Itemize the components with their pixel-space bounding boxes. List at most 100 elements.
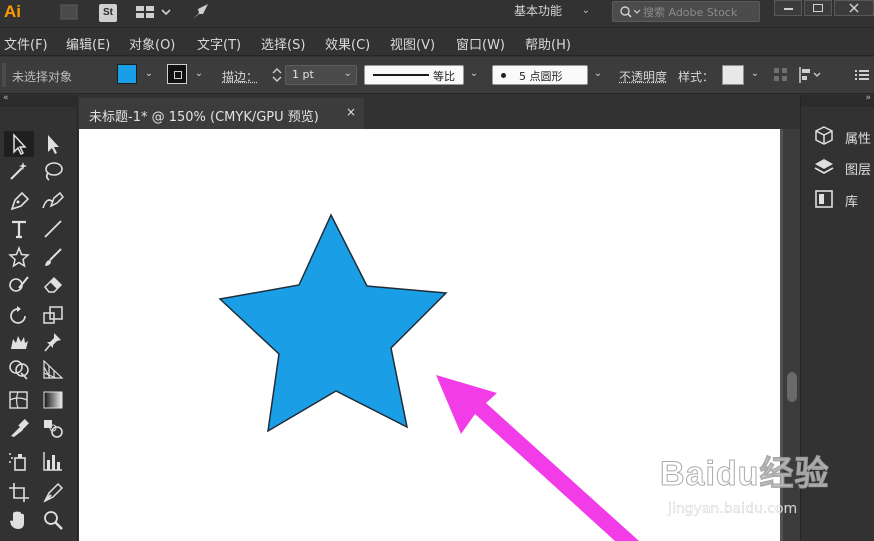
bridge-icon[interactable] — [59, 3, 79, 21]
watermark-logo: Baidu经验 — [659, 455, 830, 494]
close-icon — [849, 3, 859, 13]
align-icon[interactable] — [798, 66, 824, 84]
lasso-icon — [45, 162, 63, 181]
properties-panel-button[interactable]: 属性 — [809, 123, 874, 149]
search-placeholder: 搜索 Adobe Stock — [643, 6, 738, 19]
scrollbar-thumb[interactable] — [787, 372, 797, 402]
right-panel-grip[interactable]: » — [801, 93, 874, 107]
fill-color-swatch[interactable] — [117, 64, 137, 84]
gpu-performance-icon[interactable] — [190, 3, 212, 21]
close-window-button[interactable] — [834, 0, 874, 16]
libraries-panel-button[interactable]: 库 — [809, 186, 874, 212]
scale-icon — [43, 306, 63, 324]
opacity-label[interactable]: 不透明度 — [619, 68, 667, 85]
stroke-profile-line — [373, 74, 429, 76]
maximize-icon — [813, 4, 823, 12]
arrange-documents-icon[interactable] — [134, 3, 174, 21]
pin-icon — [44, 333, 61, 352]
puppet-warp-icon — [11, 336, 28, 349]
pen-tool[interactable] — [4, 188, 34, 214]
blend-tool[interactable] — [38, 415, 68, 441]
hand-tool[interactable] — [4, 507, 34, 533]
curvature-tool[interactable] — [38, 188, 68, 214]
slice-tool[interactable] — [38, 479, 68, 505]
menu-effect[interactable]: 效果(C) — [325, 34, 370, 53]
fill-dropdown-chevron-icon[interactable]: ⌄ — [142, 67, 156, 81]
mesh-tool[interactable] — [4, 387, 34, 413]
menu-view[interactable]: 视图(V) — [390, 34, 435, 53]
pink-arrow-annotation — [436, 375, 639, 541]
menu-edit[interactable]: 编辑(E) — [66, 34, 110, 53]
stroke-weight-stepper-icon[interactable] — [270, 65, 284, 85]
menu-window[interactable]: 窗口(W) — [456, 34, 505, 53]
menu-help[interactable]: 帮助(H) — [525, 34, 571, 53]
style-dropdown-chevron-icon[interactable]: ⌄ — [748, 67, 762, 81]
pin-tool[interactable] — [38, 329, 68, 355]
menu-object[interactable]: 对象(O) — [129, 34, 175, 53]
rotate-tool[interactable] — [4, 302, 34, 328]
zoom-tool[interactable] — [38, 507, 68, 533]
expand-panel-icon[interactable]: » — [865, 93, 871, 103]
gradient-tool[interactable] — [38, 387, 68, 413]
app-bar: Ai St 基本功能 ⌄ 搜索 Adobe Stock — [0, 0, 874, 28]
workspace-label: 基本功能 — [514, 4, 563, 18]
menu-type[interactable]: 文字(T) — [197, 34, 241, 53]
profile-dropdown-chevron-icon[interactable]: ⌄ — [467, 67, 481, 81]
type-icon — [12, 220, 26, 239]
rotate-icon — [10, 306, 26, 324]
panel-menu-icon[interactable] — [854, 67, 870, 83]
symbol-sprayer-tool[interactable] — [4, 448, 34, 474]
stroke-weight-field[interactable]: 1 pt ⌄ — [285, 65, 357, 85]
panel-grip-icon[interactable] — [2, 63, 6, 87]
close-tab-icon[interactable]: × — [346, 105, 356, 119]
magic-wand-tool[interactable] — [4, 158, 34, 184]
lasso-tool[interactable] — [38, 158, 68, 184]
perspective-grid-tool[interactable] — [38, 356, 68, 382]
stock-search-input[interactable]: 搜索 Adobe Stock — [612, 1, 760, 22]
stroke-dropdown-chevron-icon[interactable]: ⌄ — [192, 67, 206, 81]
eraser-icon — [43, 276, 63, 293]
symbol-sprayer-icon — [9, 453, 26, 471]
shape-builder-tool[interactable] — [4, 356, 34, 382]
selection-tool[interactable] — [4, 131, 34, 157]
menu-select[interactable]: 选择(S) — [261, 34, 305, 53]
search-icon — [620, 6, 641, 18]
stroke-weight-chevron-icon[interactable]: ⌄ — [344, 68, 352, 79]
layers-panel-button[interactable]: 图层 — [809, 154, 874, 180]
direct-selection-tool[interactable] — [38, 131, 68, 157]
artboard-tool[interactable] — [4, 479, 34, 505]
puppet-warp-tool[interactable] — [4, 329, 34, 355]
chevron-down-icon: ⌄ — [581, 5, 590, 16]
stroke-label[interactable]: 描边： — [222, 68, 258, 85]
variable-width-profile[interactable]: 等比 — [364, 65, 464, 85]
stroke-color-swatch[interactable] — [167, 64, 187, 84]
scale-tool[interactable] — [38, 302, 68, 328]
slice-knife-icon — [43, 482, 64, 503]
workspace-switcher[interactable]: 基本功能 ⌄ — [504, 0, 596, 24]
brush-definition[interactable]: 5 点圆形 — [492, 65, 588, 85]
line-segment-tool[interactable] — [38, 216, 68, 242]
minimize-button[interactable] — [774, 0, 802, 16]
blue-star-shape[interactable] — [218, 213, 448, 433]
brush-dropdown-chevron-icon[interactable]: ⌄ — [591, 67, 605, 81]
illustrator-logo: Ai — [4, 2, 21, 21]
recolor-artwork-icon[interactable] — [772, 66, 790, 84]
shaper-tool[interactable] — [4, 271, 34, 297]
star-tool[interactable] — [4, 244, 34, 270]
document-tab[interactable]: 未标题-1* @ 150% (CMYK/GPU 预览) × — [79, 98, 364, 129]
pen-icon — [10, 191, 30, 211]
menu-file[interactable]: 文件(F) — [4, 34, 48, 53]
graphic-style-swatch[interactable] — [722, 65, 744, 85]
paintbrush-tool[interactable] — [38, 244, 68, 270]
tools-panel-grip[interactable]: « — [0, 93, 78, 107]
baidu-watermark: Baidu经验 jingyan.baidu.com — [659, 446, 850, 526]
collapse-panel-icon[interactable]: « — [3, 93, 9, 103]
selection-status: 未选择对象 — [12, 70, 73, 84]
column-graph-tool[interactable] — [38, 448, 68, 474]
type-tool[interactable] — [4, 216, 34, 242]
eraser-tool[interactable] — [38, 271, 68, 297]
eyedropper-tool[interactable] — [4, 415, 34, 441]
stock-icon[interactable]: St — [99, 4, 117, 22]
properties-icon — [815, 126, 833, 145]
maximize-button[interactable] — [804, 0, 832, 16]
